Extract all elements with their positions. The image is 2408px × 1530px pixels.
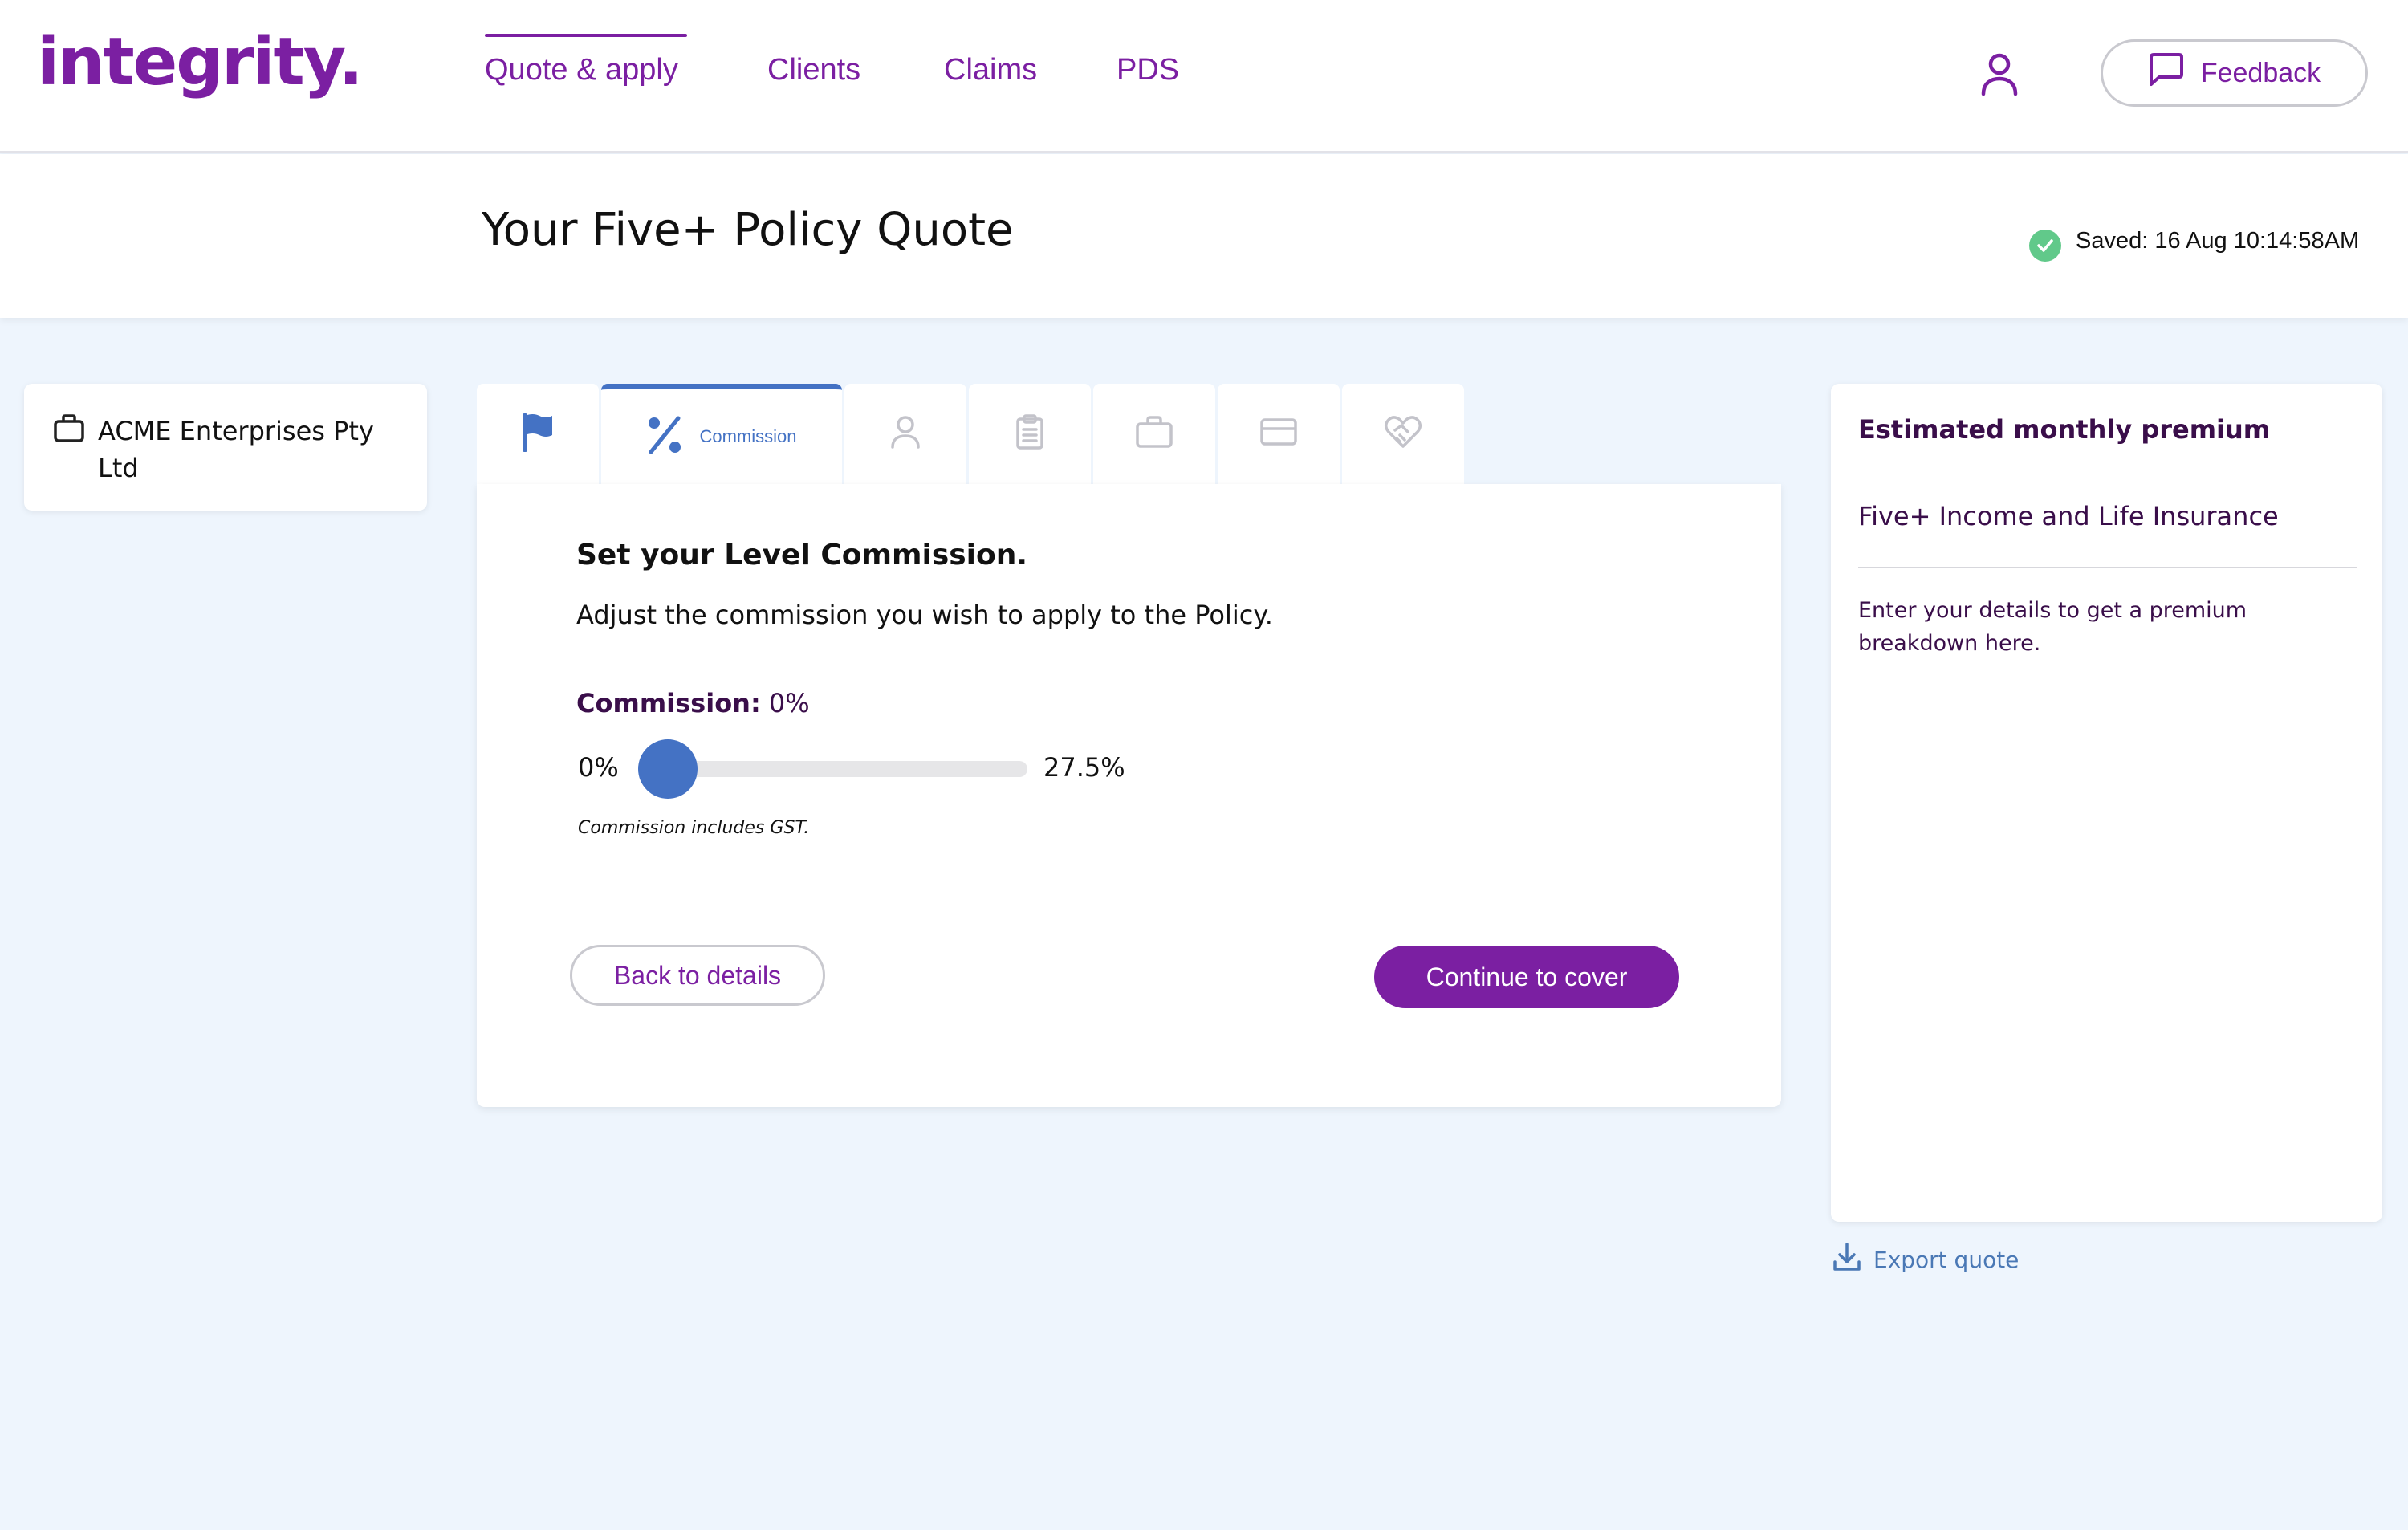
tab-start[interactable] (477, 384, 599, 484)
check-circle-icon (2029, 230, 2061, 262)
commission-panel: Set your Level Commission. Adjust the co… (477, 484, 1781, 1107)
person-icon (889, 414, 921, 454)
tab-commission-label: Commission (699, 426, 797, 446)
commission-subtitle: Adjust the commission you wish to apply … (576, 600, 1273, 630)
commission-value: 0% (768, 688, 810, 718)
message-square-icon (2148, 52, 2185, 95)
commission-heading: Set your Level Commission. (576, 539, 1028, 572)
export-quote-label: Export quote (1873, 1247, 2020, 1273)
gst-note: Commission includes GST. (578, 818, 810, 838)
handshake-heart-icon (1384, 414, 1422, 454)
premium-product: Five+ Income and Life Insurance (1858, 501, 2279, 531)
slider-thumb[interactable] (638, 739, 698, 799)
page-header: Your Five+ Policy Quote Saved: 16 Aug 10… (0, 154, 2408, 318)
page-title: Your Five+ Policy Quote (482, 204, 1014, 256)
tab-personal[interactable] (844, 384, 966, 484)
premium-panel: Estimated monthly premium Five+ Income a… (1831, 384, 2382, 1222)
slider-min-label: 0% (578, 752, 619, 783)
slider-max-label: 27.5% (1043, 752, 1125, 783)
tab-confirm[interactable] (1342, 384, 1464, 484)
tab-occupation[interactable] (1093, 384, 1215, 484)
top-navigation: integrity. Quote & apply Clients Claims … (0, 0, 2408, 153)
divider (1858, 567, 2357, 568)
premium-note: Enter your details to get a premium brea… (1858, 598, 2247, 656)
tab-commission[interactable]: Commission (601, 384, 842, 484)
nav-clients[interactable]: Clients (767, 53, 860, 87)
download-icon (1832, 1241, 1862, 1279)
briefcase-icon (53, 413, 85, 445)
feedback-button[interactable]: Feedback (2101, 39, 2368, 107)
clipboard-icon (1015, 413, 1045, 454)
tab-questions[interactable] (969, 384, 1091, 484)
credit-card-icon (1259, 417, 1298, 450)
briefcase-icon (1135, 415, 1173, 453)
saved-status: Saved: 16 Aug 10:14:58AM (2029, 220, 2359, 262)
nav-claims[interactable]: Claims (944, 53, 1037, 87)
commission-label: Commission: (576, 688, 761, 718)
continue-to-cover-button[interactable]: Continue to cover (1374, 946, 1679, 1008)
premium-title: Estimated monthly premium (1858, 414, 2271, 445)
commission-readout: Commission: 0% (576, 688, 810, 718)
integrity-logo[interactable]: integrity. (37, 24, 364, 100)
saved-text: Saved: 16 Aug 10:14:58AM (2076, 227, 2360, 254)
back-to-details-button[interactable]: Back to details (570, 945, 825, 1006)
client-card[interactable]: ACME Enterprises Pty Ltd (24, 384, 427, 511)
user-icon[interactable] (1979, 51, 2020, 96)
export-quote-link[interactable]: Export quote (1832, 1241, 2019, 1279)
nav-pds[interactable]: PDS (1117, 53, 1179, 87)
feedback-label: Feedback (2200, 57, 2321, 88)
flag-icon (520, 412, 555, 456)
nav-quote-apply[interactable]: Quote & apply (485, 34, 687, 87)
client-name: ACME Enterprises Pty Ltd (98, 416, 374, 483)
percent-icon (646, 415, 683, 459)
commission-slider[interactable] (638, 739, 1027, 799)
tab-payment[interactable] (1218, 384, 1340, 484)
